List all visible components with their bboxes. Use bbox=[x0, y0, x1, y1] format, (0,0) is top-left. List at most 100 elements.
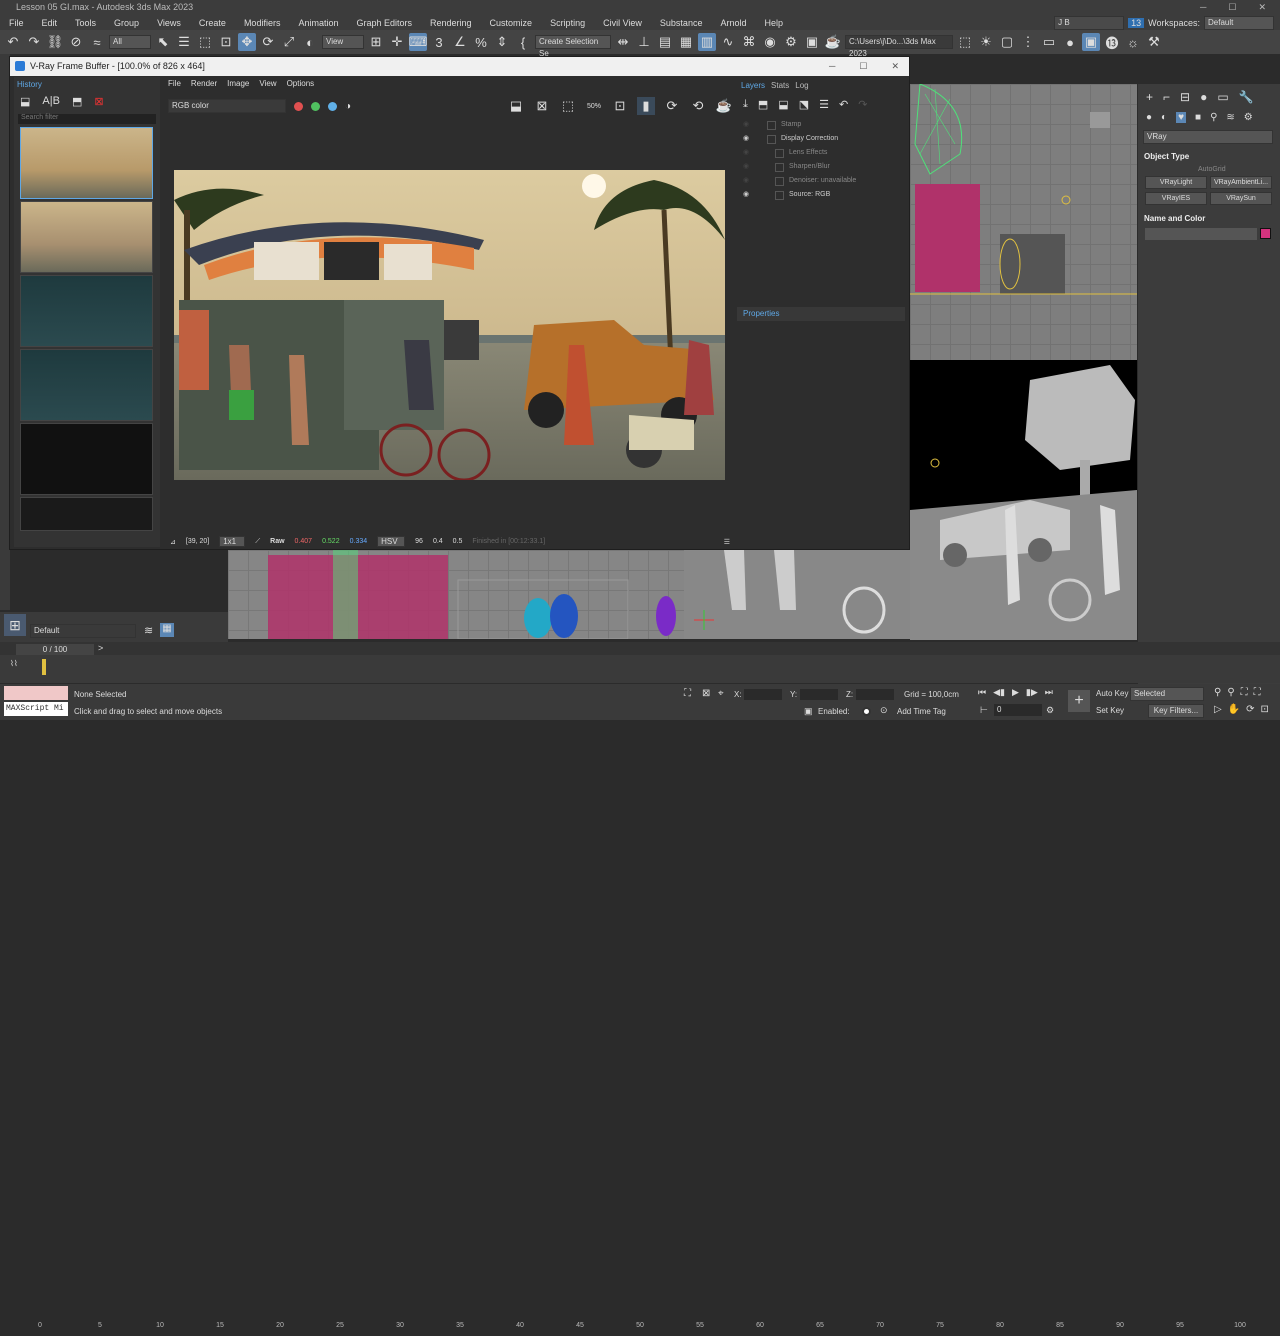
selection-filter-dropdown[interactable]: All bbox=[109, 35, 151, 49]
layers-undo-icon[interactable]: ↶ bbox=[839, 98, 848, 111]
select-rotate-icon[interactable]: ⟳ bbox=[259, 33, 277, 51]
visibility-eye-icon[interactable]: ◉ bbox=[743, 146, 759, 160]
scene-explorer-icon[interactable]: ▦ bbox=[160, 623, 174, 637]
history-search-input[interactable]: Search filter bbox=[18, 114, 156, 124]
mirror-icon[interactable]: ⇹ bbox=[614, 33, 632, 51]
toggle-scene-explorer-icon[interactable]: ▤ bbox=[656, 33, 674, 51]
visibility-eye-icon[interactable]: ◉ bbox=[743, 174, 759, 188]
time-cursor[interactable] bbox=[42, 659, 46, 675]
time-tag-icon[interactable]: ⊙ bbox=[880, 705, 888, 716]
zoom-extents-icon[interactable]: ⛶ bbox=[1241, 687, 1248, 698]
object-color-swatch[interactable] bbox=[1260, 228, 1271, 239]
current-frame-field[interactable]: 0 bbox=[994, 704, 1042, 716]
light-type-dropdown[interactable]: VRay bbox=[1143, 130, 1273, 144]
history-ab-compare-icon[interactable]: A|B bbox=[42, 95, 60, 108]
layer-row[interactable]: ◉ Denoiser: unavailable bbox=[737, 174, 905, 188]
viewport-perspective-shaded[interactable] bbox=[910, 360, 1137, 640]
zoom-extents-all-icon[interactable]: ⛶ bbox=[1254, 687, 1261, 698]
reference-coordinate-dropdown[interactable]: View bbox=[322, 35, 364, 49]
create-vraylight-button[interactable]: VRayLight bbox=[1145, 176, 1207, 189]
maximize-icon[interactable]: ☐ bbox=[1228, 0, 1236, 15]
object-type-rollout[interactable]: Object Type bbox=[1138, 149, 1280, 164]
render-image[interactable] bbox=[174, 170, 725, 480]
key-mode-dropdown[interactable]: Selected bbox=[1130, 687, 1204, 701]
user-account[interactable]: J B bbox=[1054, 15, 1125, 30]
visibility-eye-icon[interactable]: ◉ bbox=[743, 188, 759, 202]
zoom-50-icon[interactable]: 50% bbox=[585, 97, 603, 115]
render-production-icon[interactable]: ☕ bbox=[824, 33, 842, 51]
vfb-minimize-icon[interactable]: ─ bbox=[829, 57, 835, 76]
notification-count[interactable]: 13 bbox=[1128, 17, 1145, 28]
history-load-icon[interactable]: ⬒ bbox=[72, 95, 82, 108]
vfb-maximize-icon[interactable]: ☐ bbox=[859, 57, 867, 76]
clear-image-icon[interactable]: ⊠ bbox=[533, 97, 551, 115]
isolate-selection-icon[interactable]: ⛶ bbox=[684, 688, 691, 699]
z-coordinate-field[interactable] bbox=[856, 689, 894, 700]
display-tab-icon[interactable]: ▭ bbox=[1217, 90, 1228, 104]
viewport-perspective-wire[interactable] bbox=[910, 84, 1137, 360]
redo-icon[interactable]: ↷ bbox=[25, 33, 43, 51]
previous-frame-icon[interactable]: ◀▮ bbox=[993, 687, 1005, 698]
snaps-toggle-icon[interactable]: 3 bbox=[430, 33, 448, 51]
ribbon-icon[interactable]: ▥ bbox=[698, 33, 716, 51]
time-configuration-icon[interactable]: ⚙ bbox=[1046, 705, 1054, 716]
rectangular-selection-icon[interactable]: ⬚ bbox=[196, 33, 214, 51]
maxscript-listener-top[interactable] bbox=[4, 686, 68, 700]
shapes-icon[interactable]: ◐ bbox=[1161, 112, 1167, 123]
menu-scripting[interactable]: Scripting bbox=[541, 18, 594, 28]
timeline-ruler[interactable]: 0 5 10 15 20 25 30 35 40 45 50 55 60 65 70 75 80 85 90 95 10… bbox=[38, 1316, 1260, 1336]
pan-icon[interactable]: ✋ bbox=[1228, 704, 1240, 715]
layer-presets-icon[interactable]: ⬔ bbox=[799, 98, 809, 111]
vray-light-icon[interactable]: ☀ bbox=[977, 33, 995, 51]
align-icon[interactable]: ⊥ bbox=[635, 33, 653, 51]
pivot-center-icon[interactable]: ⊞ bbox=[367, 33, 385, 51]
minimize-icon[interactable]: ─ bbox=[1200, 0, 1206, 15]
maximize-viewport-icon[interactable]: ⊡ bbox=[1261, 704, 1269, 715]
maxscript-mini-listener[interactable]: MAXScript Mi bbox=[4, 702, 68, 716]
save-image-icon[interactable]: ⬓ bbox=[507, 97, 525, 115]
selection-lock-icon[interactable]: ⊠ bbox=[702, 688, 710, 699]
layers-redo-icon[interactable]: ↷ bbox=[858, 98, 867, 111]
set-key-button[interactable]: Set Key bbox=[1096, 706, 1124, 715]
green-channel-toggle[interactable] bbox=[311, 101, 320, 111]
menu-modifiers[interactable]: Modifiers bbox=[235, 18, 290, 28]
menu-graph-editors[interactable]: Graph Editors bbox=[347, 18, 421, 28]
vray-fur-icon[interactable]: ⋮ bbox=[1019, 33, 1037, 51]
tab-log[interactable]: Log bbox=[795, 81, 808, 90]
vray-toolbar-icon[interactable]: ⬚ bbox=[956, 33, 974, 51]
add-time-tag[interactable]: Add Time Tag bbox=[897, 707, 946, 716]
bind-space-warp-icon[interactable]: ≈ bbox=[88, 33, 106, 51]
field-of-view-icon[interactable]: ▷ bbox=[1214, 704, 1222, 715]
name-and-color-rollout[interactable]: Name and Color bbox=[1138, 211, 1280, 226]
enabled-radio[interactable] bbox=[862, 707, 871, 716]
keyboard-shortcut-override-icon[interactable]: ⌨ bbox=[409, 33, 427, 51]
stop-render-icon[interactable]: ▮ bbox=[637, 97, 655, 115]
history-remove-icon[interactable]: ⊠ bbox=[94, 95, 103, 108]
key-mode-icon[interactable]: ⊢ bbox=[980, 705, 988, 716]
absolute-mode-icon[interactable]: ⌖ bbox=[718, 688, 724, 699]
key-filters-button[interactable]: Key Filters... bbox=[1148, 704, 1204, 718]
region-render-icon[interactable]: ⬚ bbox=[559, 97, 577, 115]
x-coordinate-field[interactable] bbox=[744, 689, 782, 700]
viewport-shaded-bottom[interactable] bbox=[684, 550, 910, 639]
pixel-scale-dropdown[interactable]: 1x1 bbox=[219, 536, 246, 547]
link-icon[interactable]: ⛓ bbox=[46, 33, 64, 51]
systems-icon[interactable]: ⚙ bbox=[1244, 112, 1253, 123]
auto-key-button[interactable]: Auto Key bbox=[1096, 689, 1128, 698]
window-crossing-icon[interactable]: ⊡ bbox=[217, 33, 235, 51]
vray-sphere-icon[interactable]: ● bbox=[1061, 33, 1079, 51]
vfb-menu-image[interactable]: Image bbox=[227, 79, 249, 88]
orbit-icon[interactable]: ⟳ bbox=[1246, 704, 1254, 715]
pixel-picker-icon[interactable]: ⊿ bbox=[170, 538, 176, 546]
menu-arnold[interactable]: Arnold bbox=[711, 18, 755, 28]
channel-dropdown[interactable]: RGB color bbox=[168, 99, 286, 113]
vray-render-icon[interactable]: ⓭ bbox=[1103, 33, 1121, 51]
history-save-icon[interactable]: ⬓ bbox=[20, 95, 30, 108]
menu-rendering[interactable]: Rendering bbox=[421, 18, 481, 28]
go-to-end-icon[interactable]: ⏭ bbox=[1045, 687, 1053, 698]
workspace-dropdown[interactable]: Default bbox=[1204, 15, 1274, 30]
menu-substance[interactable]: Substance bbox=[651, 18, 712, 28]
layer-row[interactable]: ◉ Source: RGB bbox=[737, 188, 905, 202]
layer-row[interactable]: ◉ Stamp bbox=[737, 118, 905, 132]
spacewarps-icon[interactable]: ≋ bbox=[1226, 112, 1234, 123]
